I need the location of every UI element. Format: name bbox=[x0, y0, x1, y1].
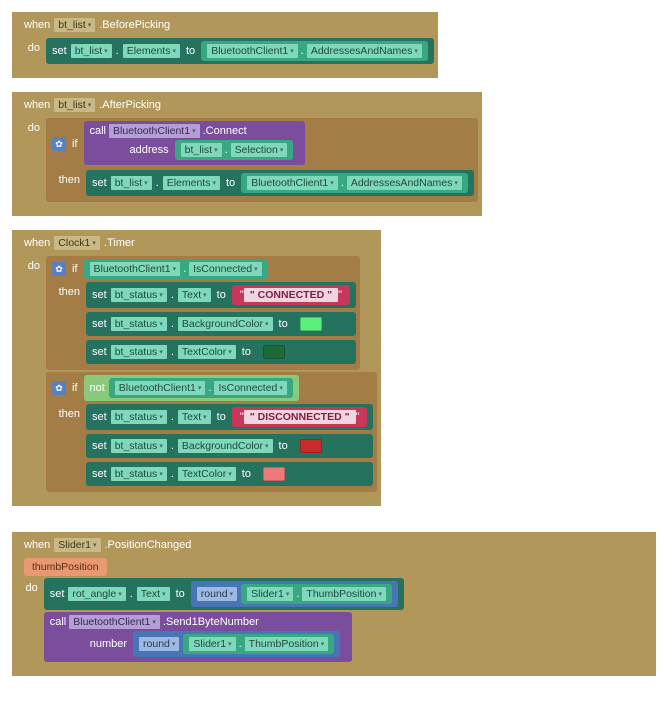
set-kw: set bbox=[52, 45, 67, 57]
event-clock-timer[interactable]: when Clock1▾ .Timer do ✿ if BluetoothCli… bbox=[12, 230, 381, 506]
set-bg-disconnected[interactable]: set bt_status▾. BackgroundColor▾ to bbox=[86, 434, 373, 458]
event-slider-changed[interactable]: when Slider1▾ .PositionChanged thumbPosi… bbox=[12, 532, 656, 676]
not-block[interactable]: not BluetoothClient1▾. IsConnected▾ bbox=[84, 375, 299, 401]
round-block-2[interactable]: round▾ Slider1▾. ThumbPosition▾ bbox=[133, 631, 340, 657]
if-connect[interactable]: ✿ if call BluetoothClient1▾ .Connect add… bbox=[46, 118, 478, 202]
event-name: .BeforePicking bbox=[99, 19, 170, 31]
prop-dd[interactable]: Elements▾ bbox=[123, 44, 180, 58]
color-swatch bbox=[263, 467, 285, 481]
color-swatch bbox=[300, 317, 322, 331]
get-addresses[interactable]: BluetoothClient1▾. AddressesAndNames▾ bbox=[201, 41, 428, 61]
do-kw: do bbox=[16, 38, 46, 74]
call-send-byte[interactable]: call BluetoothClient1▾ .Send1ByteNumber … bbox=[44, 612, 353, 662]
get-selection[interactable]: bt_list▾. Selection▾ bbox=[175, 140, 294, 160]
color-swatch bbox=[300, 439, 322, 453]
param-thumbposition[interactable]: thumbPosition bbox=[24, 558, 107, 576]
to-kw: to bbox=[186, 45, 195, 57]
when-kw: when bbox=[24, 19, 50, 31]
set-bg-connected[interactable]: set bt_status▾. BackgroundColor▾ to bbox=[86, 312, 356, 336]
set-text-disconnected[interactable]: set bt_status▾. Text▾ to "" DISCONNECTED… bbox=[86, 404, 373, 430]
gear-icon[interactable]: ✿ bbox=[52, 137, 66, 151]
gear-icon[interactable]: ✿ bbox=[52, 262, 66, 276]
if-disconnected[interactable]: ✿ if not BluetoothClient1▾. IsConnected▾… bbox=[46, 372, 377, 492]
set-textcolor-connected[interactable]: set bt_status▾. TextColor▾ to bbox=[86, 340, 356, 364]
set-elements-2[interactable]: set bt_list▾. Elements▾ to BluetoothClie… bbox=[86, 170, 474, 196]
event-after-picking[interactable]: when bt_list▾ .AfterPicking do ✿ if call… bbox=[12, 92, 482, 216]
if-connected[interactable]: ✿ if BluetoothClient1▾. IsConnected▾ the… bbox=[46, 256, 360, 370]
set-rot-angle[interactable]: set rot_angle▾. Text▾ to round▾ Slider1▾… bbox=[44, 578, 404, 610]
event-header: when bt_list▾ .AfterPicking bbox=[16, 96, 478, 118]
call-connect[interactable]: call BluetoothClient1▾ .Connect address … bbox=[84, 121, 306, 165]
set-text-connected[interactable]: set bt_status▾. Text▾ to "" CONNECTED "" bbox=[86, 282, 356, 308]
set-elements[interactable]: set bt_list▾. Elements▾ to BluetoothClie… bbox=[46, 38, 434, 64]
gear-icon[interactable]: ✿ bbox=[52, 381, 66, 395]
event-before-picking[interactable]: when bt_list▾ .BeforePicking do set bt_l… bbox=[12, 12, 438, 78]
component-dd[interactable]: bt_list▾ bbox=[54, 98, 95, 112]
round-block[interactable]: round▾ Slider1▾. ThumbPosition▾ bbox=[191, 581, 398, 607]
set-textcolor-disconnected[interactable]: set bt_status▾. TextColor▾ to bbox=[86, 462, 373, 486]
comp-dd[interactable]: bt_list▾ bbox=[71, 44, 112, 58]
color-swatch bbox=[263, 345, 285, 359]
component-dd[interactable]: bt_list▾ bbox=[54, 18, 95, 32]
event-header: when bt_list▾ .BeforePicking bbox=[16, 16, 434, 38]
